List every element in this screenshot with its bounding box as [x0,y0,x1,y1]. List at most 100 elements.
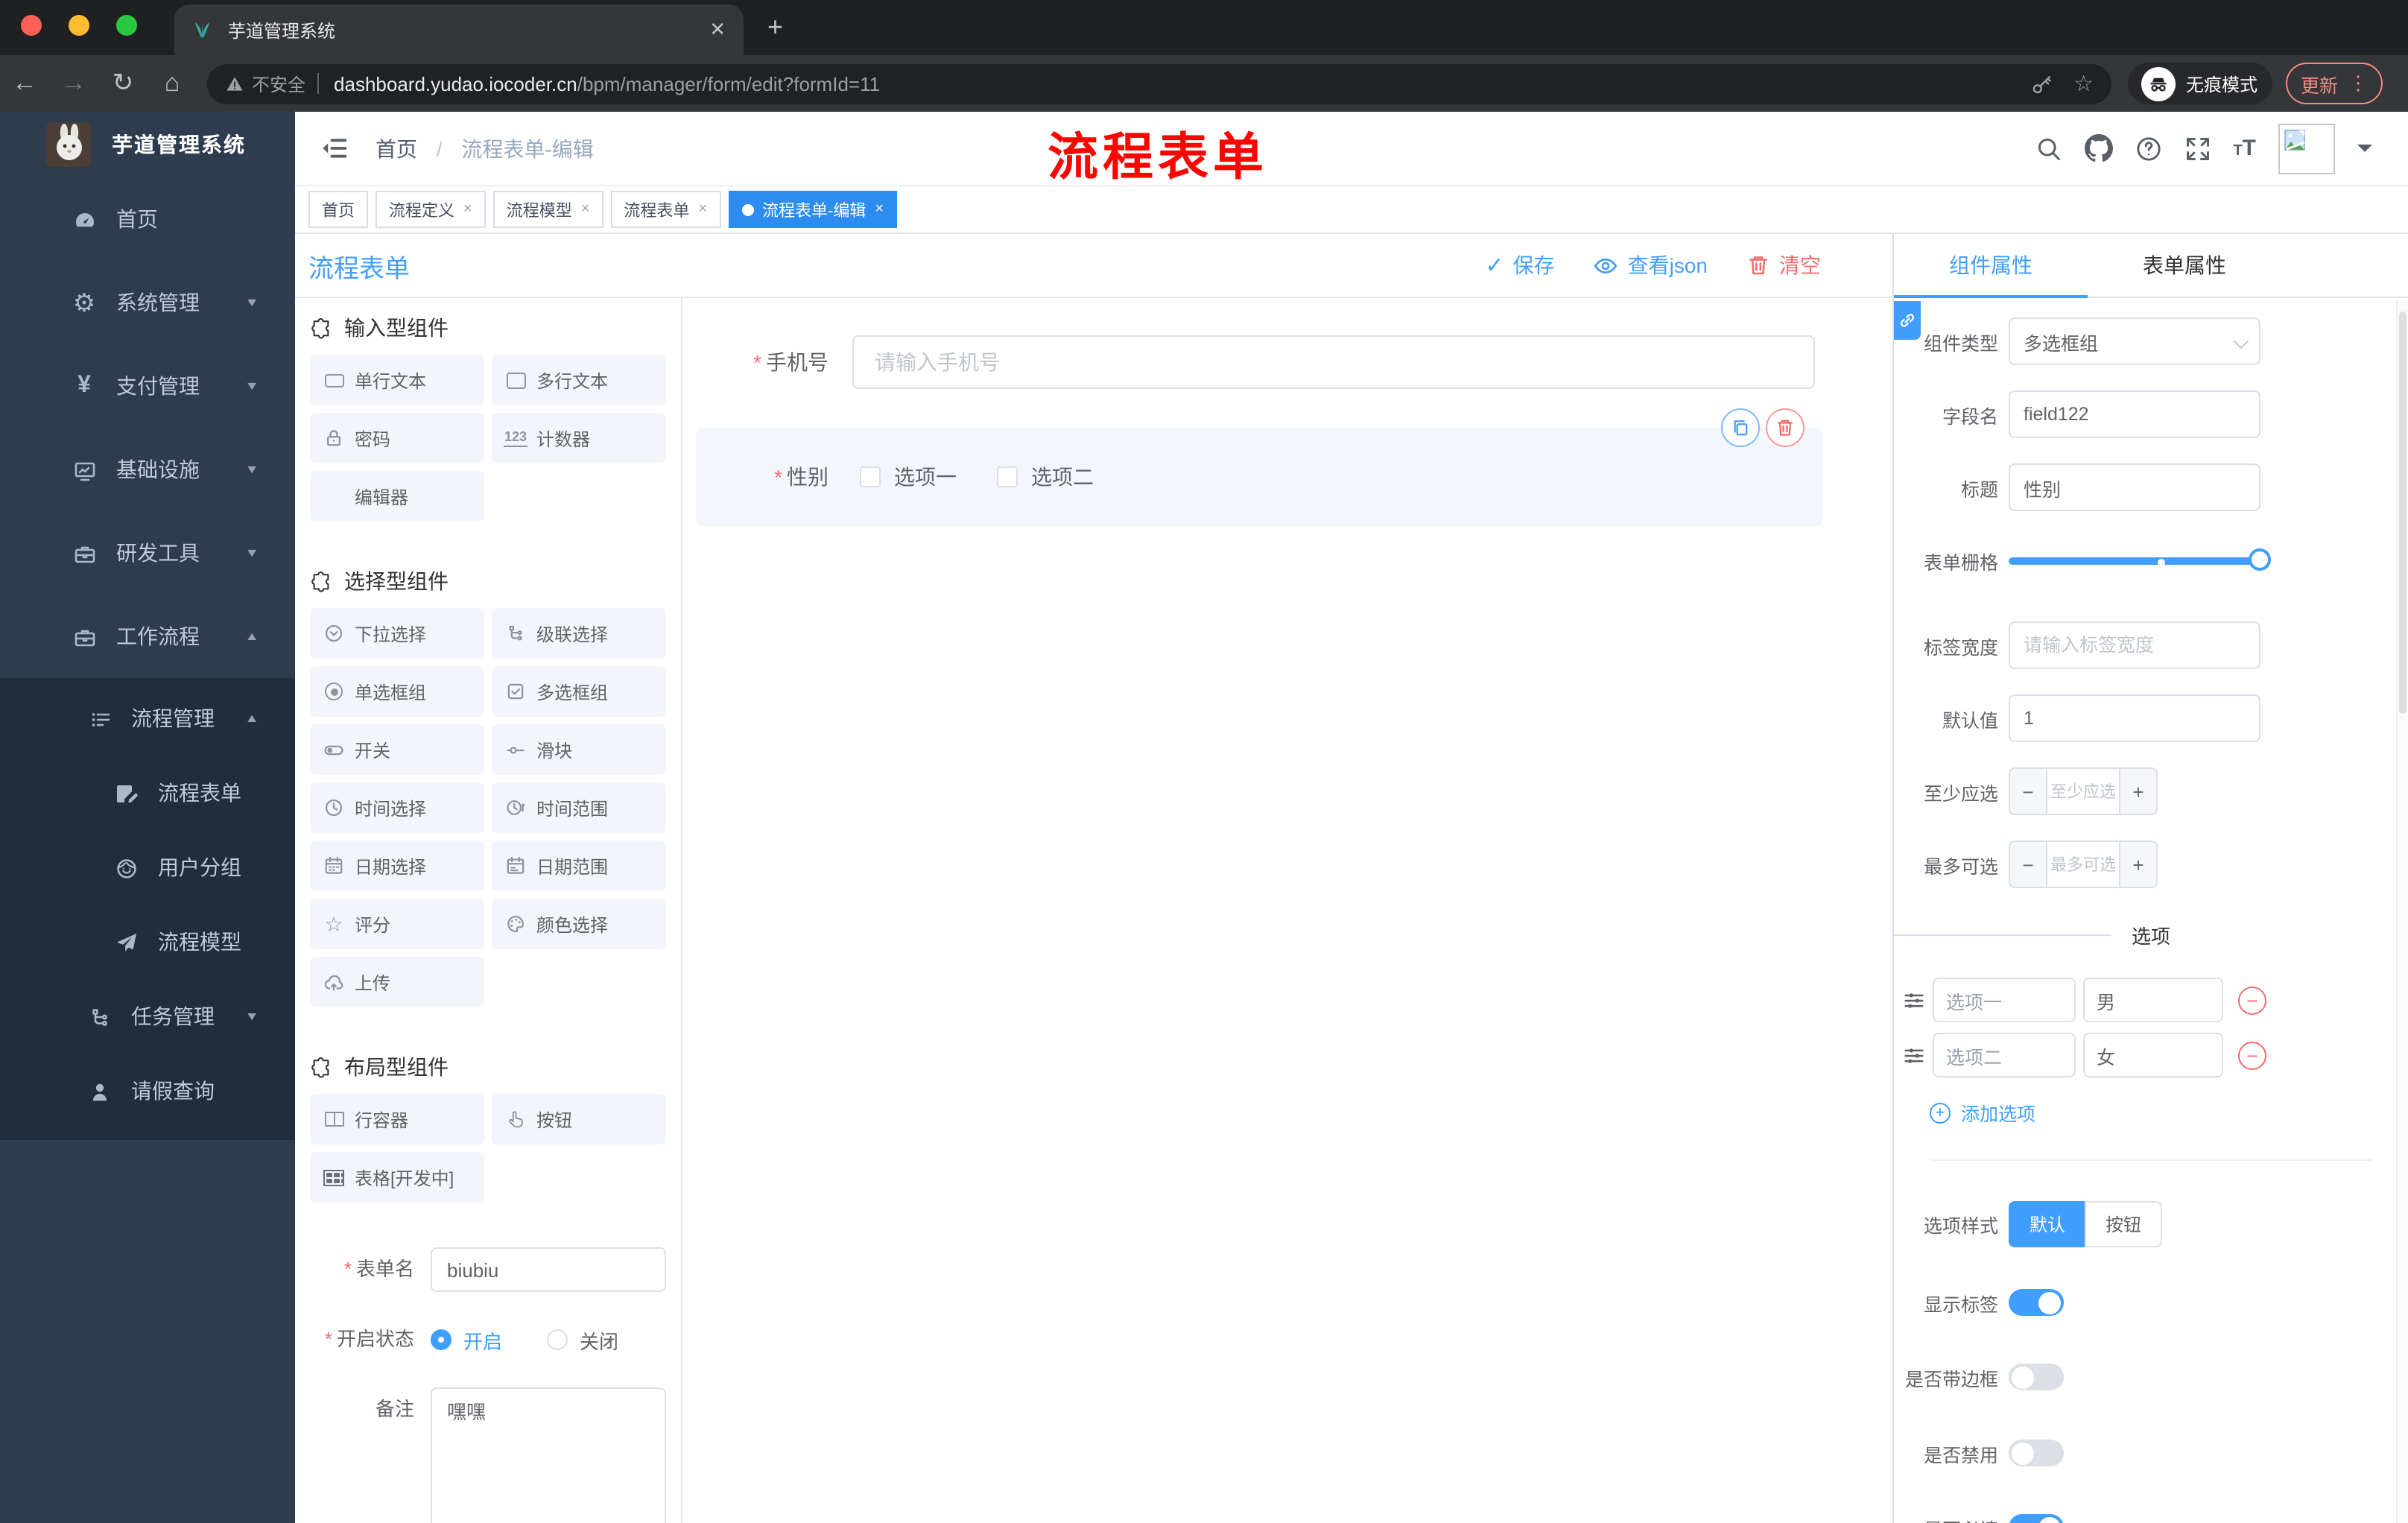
duplicate-field-button[interactable] [1721,408,1760,447]
increment-button[interactable]: + [2120,842,2156,887]
new-tab-button[interactable]: + [767,12,783,43]
collapse-sidebar-button[interactable] [320,134,349,162]
canvas-field-gender-selected[interactable]: 性别 选项一 选项二 [696,408,1822,526]
password-key-icon[interactable] [2030,72,2053,95]
sidebar-item-user-group[interactable]: 用户分组 [0,830,295,905]
chip-switch[interactable]: 开关 [310,724,484,775]
help-icon[interactable] [2135,135,2161,162]
tag-close-icon[interactable]: × [875,201,884,218]
github-icon[interactable] [2084,134,2112,162]
delete-field-button[interactable] [1766,408,1805,447]
user-menu-caret-icon[interactable] [2357,145,2372,159]
chip-single-line-text[interactable]: 单行文本 [310,355,484,405]
chip-editor[interactable]: 编辑器 [310,471,484,522]
chip-cascader[interactable]: 级联选择 [492,608,666,659]
chip-row-container[interactable]: 行容器 [310,1094,484,1144]
option-value-input[interactable] [2083,1033,2223,1077]
sidebar-item-process-form[interactable]: 流程表单 [0,756,295,830]
window-zoom-button[interactable] [116,15,137,36]
slider-handle[interactable] [2249,548,2271,571]
chip-checkbox-group[interactable]: 多选框组 [492,666,666,717]
status-on-label[interactable]: 开启 [463,1326,502,1354]
field-name-input[interactable] [2009,390,2260,438]
drag-handle-icon[interactable] [1903,987,1925,1013]
browser-tab[interactable]: 芋道管理系统 ✕ [174,4,744,55]
style-default-button[interactable]: 默认 [2009,1200,2085,1247]
status-off-label[interactable]: 关闭 [580,1326,618,1354]
window-close-button[interactable] [21,15,42,36]
tab-component-props[interactable]: 组件属性 [1894,234,2088,298]
breadcrumb-home[interactable]: 首页 [376,136,417,160]
border-toggle[interactable] [2009,1364,2064,1390]
tag-home[interactable]: 首页 [308,191,368,228]
sidebar-item-process-model[interactable]: 流程模型 [0,905,295,979]
show-label-toggle[interactable] [2009,1289,2064,1316]
fullscreen-icon[interactable] [2184,135,2211,162]
back-button[interactable]: ← [0,69,49,98]
chip-slider[interactable]: 滑块 [492,724,666,775]
tag-process-model[interactable]: 流程模型 × [492,191,603,228]
decrement-button[interactable]: − [2010,842,2046,887]
tag-close-icon[interactable]: × [698,201,707,218]
option-label-input[interactable] [1933,978,2076,1022]
required-toggle[interactable] [2009,1514,2064,1523]
tag-process-form[interactable]: 流程表单 × [610,191,721,228]
phone-input[interactable]: 请输入手机号 [852,335,1815,389]
chip-table[interactable]: 表格[开发中] [310,1152,484,1203]
component-type-select[interactable] [2009,317,2260,365]
reload-button[interactable]: ↻ [98,69,148,98]
remove-option-button[interactable]: − [2238,986,2266,1014]
sidebar-item-leave-query[interactable]: 请假查询 [0,1054,295,1128]
sidebar-item-workflow[interactable]: 工作流程 ▲ [0,595,295,678]
chip-counter[interactable]: 123 计数器 [492,413,666,463]
field-link-badge[interactable] [1894,301,1921,340]
tab-form-props[interactable]: 表单属性 [2088,234,2281,297]
forward-button[interactable]: → [49,69,98,98]
clear-button[interactable]: 清空 [1746,250,1821,280]
chip-date-picker[interactable]: 日期选择 [310,840,484,891]
slider-track[interactable] [2009,557,2260,565]
sidebar-item-process-mgmt[interactable]: 流程管理 ▲ [0,681,295,756]
status-off-radio[interactable] [547,1329,568,1350]
add-option-button[interactable]: + 添加选项 [1930,1098,2408,1127]
tab-close-icon[interactable]: ✕ [709,18,726,42]
default-value-input[interactable] [2009,694,2260,742]
chip-textarea[interactable]: 多行文本 [492,355,666,405]
tag-process-form-edit-active[interactable]: 流程表单-编辑 × [728,191,898,228]
tag-process-definition[interactable]: 流程定义 × [376,191,486,228]
style-button-button[interactable]: 按钮 [2085,1200,2163,1247]
logo[interactable]: 芋道管理系统 [0,112,295,177]
max-select-value[interactable]: 最多可选 [2046,842,2120,887]
bookmark-star-icon[interactable]: ☆ [2073,72,2094,95]
tag-close-icon[interactable]: × [463,201,472,218]
save-button[interactable]: ✓ 保存 [1485,250,1554,280]
gender-option2-checkbox[interactable]: 选项二 [997,462,1094,492]
address-bar[interactable]: 不安全 dashboard.yudao.iocoder.cn/bpm/manag… [207,63,2111,104]
view-json-button[interactable]: 查看json [1594,250,1708,280]
min-select-value[interactable]: 至少应选 [2046,769,2120,814]
gender-option1-checkbox[interactable]: 选项一 [860,462,957,492]
sidebar-item-task-mgmt[interactable]: 任务管理 ▼ [0,979,295,1054]
chip-time-range[interactable]: 时间范围 [492,782,666,833]
grid-slider[interactable] [2009,536,2271,584]
browser-update-button[interactable]: 更新 ⋮ [2286,63,2383,104]
chip-select[interactable]: 下拉选择 [310,608,484,659]
chip-color-picker[interactable]: 颜色选择 [492,899,666,949]
chip-password[interactable]: 密码 [310,413,484,463]
title-input[interactable] [2009,463,2260,511]
chip-rate[interactable]: ☆ 评分 [310,899,484,949]
sidebar-item-payment[interactable]: ¥ 支付管理 ▼ [0,344,295,428]
canvas-field-phone[interactable]: 手机号 请输入手机号 [682,335,1892,389]
increment-button[interactable]: + [2120,769,2156,814]
status-on-radio[interactable] [431,1329,452,1350]
option-label-input[interactable] [1933,1033,2076,1077]
sidebar-item-devtools[interactable]: 研发工具 ▼ [0,511,295,595]
home-button[interactable]: ⌂ [148,69,197,98]
remove-option-button[interactable]: − [2238,1041,2266,1069]
tag-close-icon[interactable]: × [581,201,590,218]
label-width-input[interactable] [2009,621,2260,669]
component-type-value[interactable] [2009,317,2260,365]
chip-button[interactable]: 按钮 [492,1094,666,1144]
form-name-input[interactable] [431,1247,666,1292]
disabled-toggle[interactable] [2009,1440,2064,1466]
